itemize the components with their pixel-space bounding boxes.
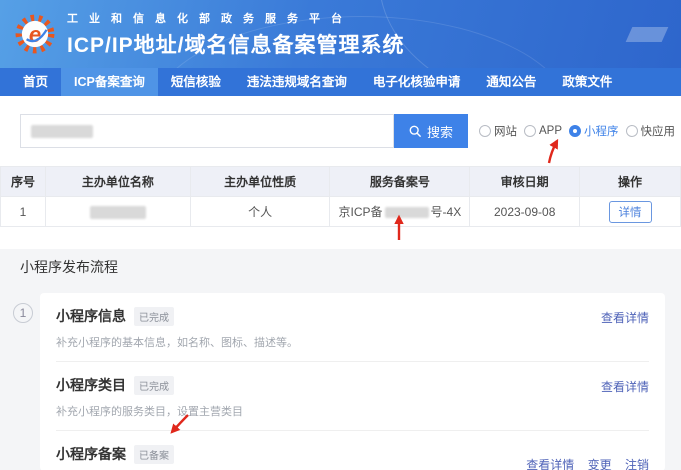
radio-app[interactable]: APP <box>524 125 562 137</box>
view-detail-link[interactable]: 查看详情 <box>601 380 649 394</box>
nav-item-e-verify-apply[interactable]: 电子化核验申请 <box>360 68 474 96</box>
step-miniprogram-category: 小程序类目 已完成 补充小程序的服务类目，设置主营类目 查看详情 <box>40 362 665 430</box>
step-links: 查看详情 <box>591 309 649 350</box>
status-badge: 已备案 <box>134 445 174 464</box>
flow-card: 小程序信息 已完成 补充小程序的基本信息，如名称、图标、描述等。 查看详情 小程… <box>40 293 665 470</box>
page: e 工业和信息化部政务服务平台 ICP/IP地址/域名信息备案管理系统 首页 I… <box>0 0 681 470</box>
svg-text:e: e <box>29 22 41 47</box>
radio-website[interactable]: 网站 <box>479 123 517 139</box>
step-title: 小程序类目 <box>56 375 126 395</box>
cell-index: 1 <box>1 197 46 227</box>
publish-flow-section: 小程序发布流程 1 小程序信息 已完成 补充小程序的基本信息，如名称、图标、描述… <box>0 249 681 470</box>
step-title: 小程序备案 <box>56 444 126 464</box>
step-links: 查看详情 变更 注销 <box>516 456 649 470</box>
nav-item-notices[interactable]: 通知公告 <box>473 68 549 96</box>
radio-circle-icon <box>524 125 536 137</box>
status-badge: 已完成 <box>134 307 174 326</box>
flow-body: 1 小程序信息 已完成 补充小程序的基本信息，如名称、图标、描述等。 查看详情 <box>0 293 681 470</box>
step-left: 小程序信息 已完成 补充小程序的基本信息，如名称、图标、描述等。 <box>56 306 298 350</box>
search-button-label: 搜索 <box>427 122 453 141</box>
view-detail-link[interactable]: 查看详情 <box>526 458 574 470</box>
platform-title: 工业和信息化部政务服务平台 <box>67 10 405 26</box>
site-header: e 工业和信息化部政务服务平台 ICP/IP地址/域名信息备案管理系统 <box>0 0 681 68</box>
cell-org-name <box>45 197 190 227</box>
redacted-org-name <box>90 206 146 219</box>
radio-miniprogram[interactable]: 小程序 <box>569 123 619 139</box>
flow-section-title: 小程序发布流程 <box>20 257 681 277</box>
search-section: 搜索 网站 APP 小程序 快应用 <box>0 96 681 166</box>
step-description: 补充小程序的基本信息，如名称、图标、描述等。 <box>56 334 298 350</box>
results-table-section: 序号 主办单位名称 主办单位性质 服务备案号 审核日期 操作 1 个人 京ICP… <box>0 166 681 249</box>
col-actions: 操作 <box>580 167 681 197</box>
change-link[interactable]: 变更 <box>588 458 612 470</box>
step-miniprogram-filing: 小程序备案 已备案 京ICP备号-4X 查看详情 变更 注销 <box>40 431 665 470</box>
redacted-license-middle <box>385 207 429 218</box>
cell-license-number: 京ICP备号-4X <box>330 197 470 227</box>
col-org-name: 主办单位名称 <box>45 167 190 197</box>
col-review-date: 审核日期 <box>470 167 580 197</box>
radio-quickapp[interactable]: 快应用 <box>626 123 676 139</box>
table-row: 1 个人 京ICP备号-4X 2023-09-08 详情 <box>1 197 681 227</box>
system-title: ICP/IP地址/域名信息备案管理系统 <box>67 29 405 59</box>
step-title: 小程序信息 <box>56 306 126 326</box>
step-description: 补充小程序的服务类目，设置主营类目 <box>56 403 243 419</box>
main-nav: 首页 ICP备案查询 短信核验 违法违规域名查询 电子化核验申请 通知公告 政策… <box>0 68 681 96</box>
detail-button[interactable]: 详情 <box>609 201 652 223</box>
col-index: 序号 <box>1 167 46 197</box>
radio-checked-icon <box>569 125 581 137</box>
step-left: 小程序备案 已备案 京ICP备号-4X <box>56 444 174 470</box>
step-links: 查看详情 <box>591 378 649 419</box>
miit-gear-logo-icon: e <box>14 13 56 55</box>
header-decoration <box>626 27 669 42</box>
step-left: 小程序类目 已完成 补充小程序的服务类目，设置主营类目 <box>56 375 243 419</box>
nav-item-policy-docs[interactable]: 政策文件 <box>549 68 625 96</box>
table-header-row: 序号 主办单位名称 主办单位性质 服务备案号 审核日期 操作 <box>1 167 681 197</box>
cell-org-type: 个人 <box>190 197 330 227</box>
nav-item-sms-verify[interactable]: 短信核验 <box>158 68 234 96</box>
nav-item-home[interactable]: 首页 <box>10 68 61 96</box>
header-titles: 工业和信息化部政务服务平台 ICP/IP地址/域名信息备案管理系统 <box>67 10 405 59</box>
results-table: 序号 主办单位名称 主办单位性质 服务备案号 审核日期 操作 1 个人 京ICP… <box>0 166 681 227</box>
step-group-number: 1 <box>13 303 33 323</box>
nav-item-illegal-domain-query[interactable]: 违法违规域名查询 <box>234 68 360 96</box>
cell-actions: 详情 <box>580 197 681 227</box>
status-badge: 已完成 <box>134 376 174 395</box>
search-button[interactable]: 搜索 <box>394 114 468 148</box>
view-detail-link[interactable]: 查看详情 <box>601 311 649 325</box>
radio-circle-icon <box>626 125 638 137</box>
nav-item-icp-query[interactable]: ICP备案查询 <box>61 68 158 96</box>
radio-circle-icon <box>479 125 491 137</box>
redacted-search-text <box>31 125 93 138</box>
col-license-number: 服务备案号 <box>330 167 470 197</box>
search-icon <box>409 125 422 138</box>
cell-review-date: 2023-09-08 <box>470 197 580 227</box>
search-input[interactable] <box>20 114 394 148</box>
step-miniprogram-info: 小程序信息 已完成 补充小程序的基本信息，如名称、图标、描述等。 查看详情 <box>40 293 665 361</box>
search-type-radio-group: 网站 APP 小程序 快应用 <box>479 123 675 139</box>
cancel-filing-link[interactable]: 注销 <box>625 458 649 470</box>
col-org-type: 主办单位性质 <box>190 167 330 197</box>
